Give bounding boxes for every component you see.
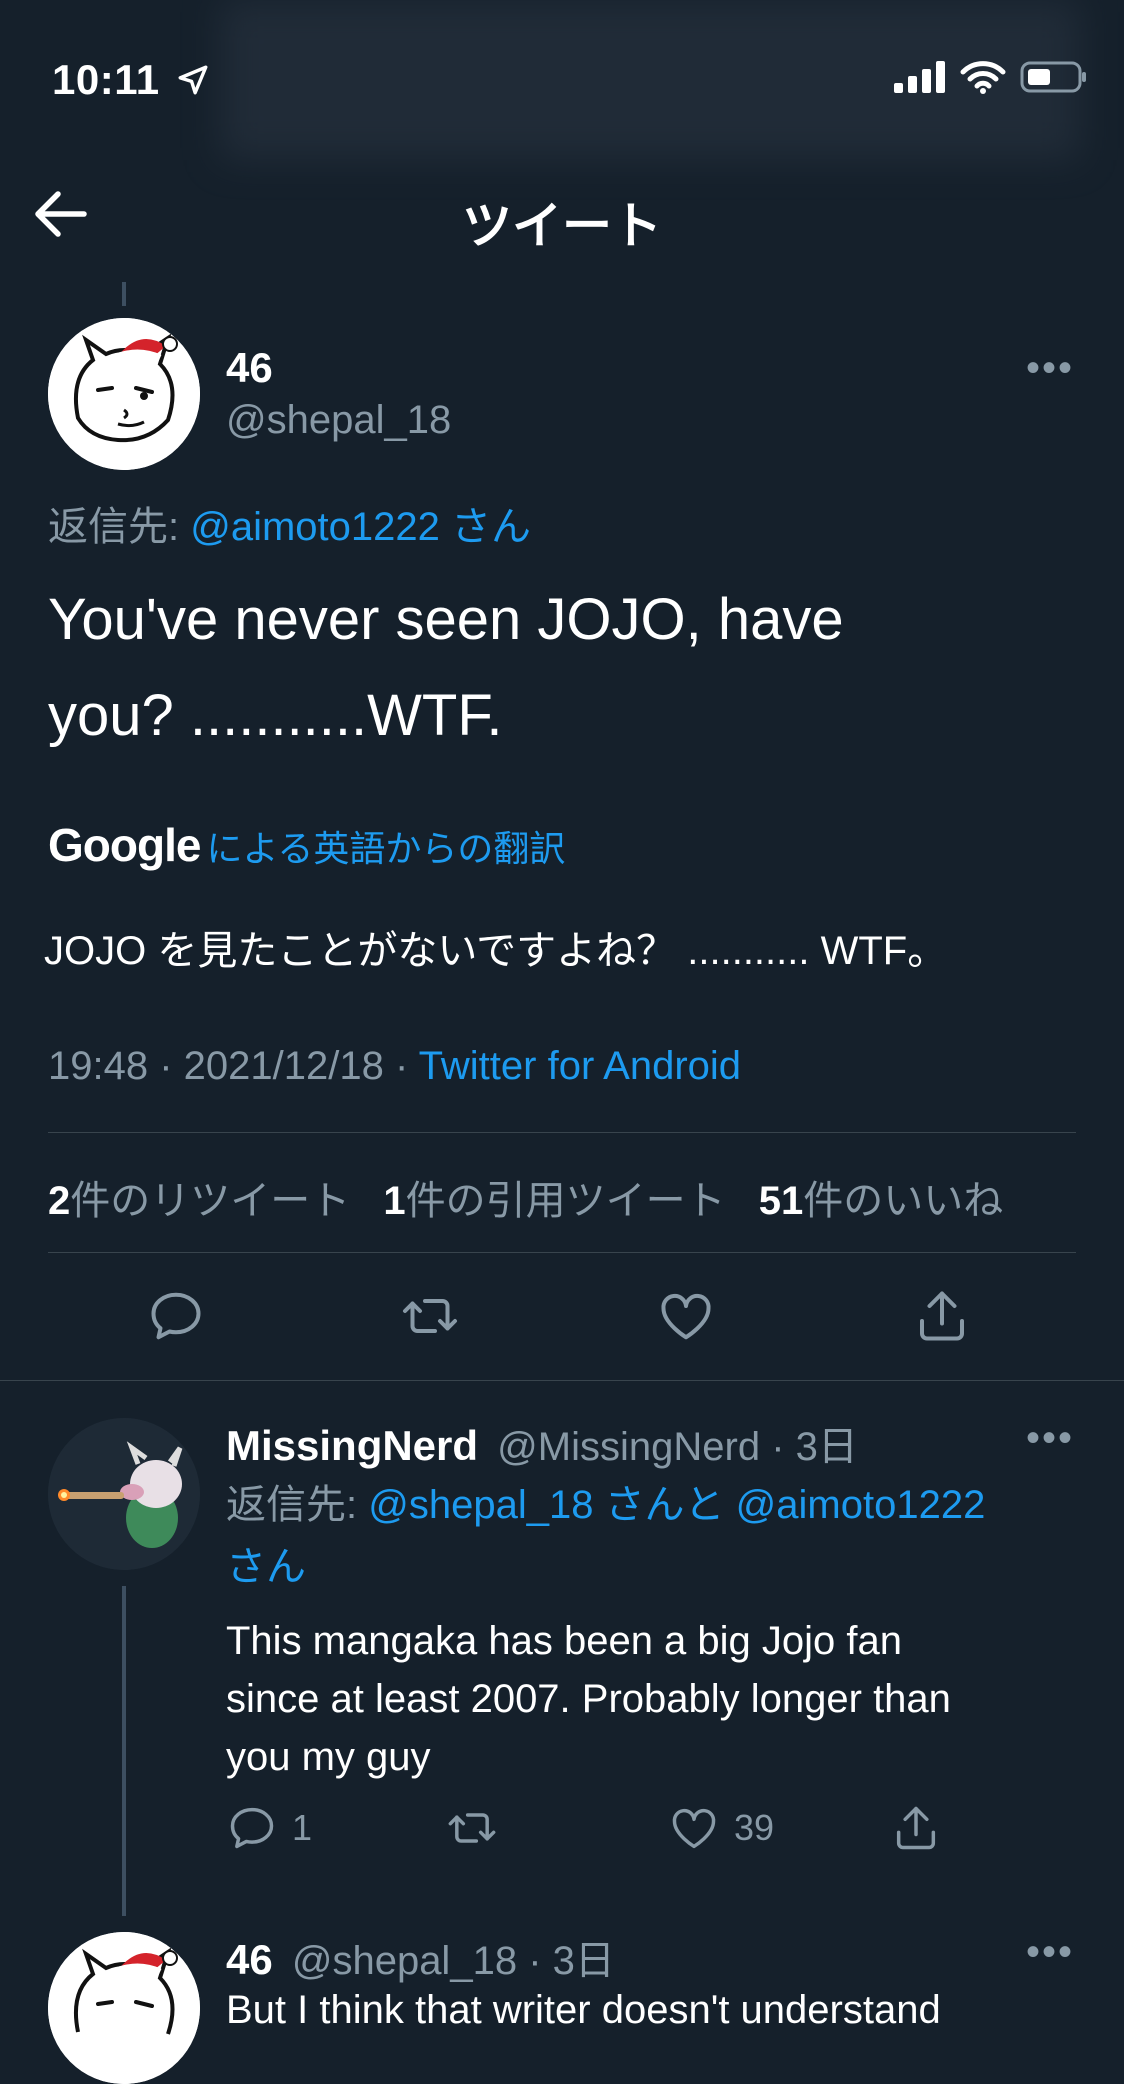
translation-header: Google による英語からの翻訳 [48, 818, 565, 872]
divider [48, 1252, 1076, 1253]
goat-character-avatar-icon [48, 1418, 200, 1570]
retweet-icon [448, 1813, 496, 1843]
reply-retweet-button[interactable] [446, 1802, 498, 1859]
quotes-stat[interactable]: 1件の引用ツイート [383, 1179, 725, 1223]
author-handle[interactable]: @shepal_18 [226, 398, 451, 443]
heart-icon [661, 1293, 711, 1340]
avatar[interactable] [48, 1932, 200, 2084]
signal-icon [894, 61, 945, 93]
tweet-stats: 2件のリツイート 1件の引用ツイート 51件のいいね [48, 1168, 1003, 1226]
like-count: 39 [734, 1807, 775, 1848]
cat-santa-avatar-icon [48, 1932, 200, 2084]
reply-context: 返信先: @aimoto1222 さん [48, 505, 531, 549]
thread-line-top [122, 282, 126, 306]
reply-like-button[interactable]: 39 [668, 1802, 774, 1854]
reply-to-link[interactable]: @aimoto1222 さん [190, 505, 531, 549]
page-title: ツイート [462, 198, 662, 254]
retweet-icon [403, 1299, 457, 1333]
status-icons [894, 60, 1088, 94]
reply-age: · 3日 [771, 1425, 858, 1469]
divider [48, 1132, 1076, 1133]
reply-text: This mangaka has been a big Jojo fan sin… [226, 1619, 951, 1779]
wifi-icon [960, 61, 1006, 94]
google-logo: Google [48, 819, 201, 871]
tweet-timestamp: 19:48 · 2021/12/18 · Twitter for Android [48, 1044, 742, 1088]
reply-author-name[interactable]: MissingNerd [226, 1422, 478, 1469]
reply-icon [230, 1807, 274, 1849]
reply-share-button[interactable] [890, 1802, 942, 1859]
share-icon [920, 1291, 964, 1341]
reply-author-handle[interactable]: @MissingNerd [497, 1425, 760, 1469]
reply-author-handle[interactable]: @shepal_18 [292, 1939, 517, 1983]
avatar[interactable] [48, 1418, 200, 1570]
reply-count: 1 [292, 1807, 313, 1848]
reply-context: 返信先: @shepal_18 さんと @aimoto1222 さん [226, 1474, 985, 1598]
reply-text: But I think that writer doesn't understa… [226, 1988, 941, 2032]
likes-stat[interactable]: 51件のいいね [759, 1179, 1004, 1223]
translation-label[interactable]: による英語からの翻訳 [206, 828, 565, 869]
like-button[interactable] [656, 1286, 716, 1351]
share-icon [896, 1806, 936, 1850]
reply-age: · 3日 [528, 1939, 615, 1983]
retweets-stat[interactable]: 2件のリツイート [48, 1179, 350, 1223]
more-options-icon[interactable]: ••• [1026, 1930, 1074, 1975]
more-options-icon[interactable]: ••• [1026, 346, 1074, 391]
source-link[interactable]: Twitter for Android [419, 1044, 741, 1088]
tweet-text: You've never seen JOJO, have you? ......… [48, 587, 844, 748]
reply-header: 46 @shepal_18 · 3日 [226, 1928, 615, 1986]
heart-icon [672, 1808, 716, 1849]
reply-button[interactable] [146, 1286, 206, 1351]
divider [0, 1380, 1124, 1381]
avatar[interactable] [48, 318, 200, 470]
reply-icon [151, 1292, 201, 1340]
share-button[interactable] [912, 1286, 972, 1351]
reply-header: MissingNerd @MissingNerd · 3日 [226, 1414, 858, 1472]
battery-icon [1020, 61, 1086, 93]
status-time: 10:11 [52, 56, 210, 104]
author-name[interactable]: 46 [226, 344, 273, 392]
more-options-icon[interactable]: ••• [1026, 1416, 1074, 1461]
reply-author-name[interactable]: 46 [226, 1936, 273, 1983]
reply-to-link[interactable]: @shepal_18 さんと @aimoto1222 [368, 1483, 985, 1527]
reply-reply-button[interactable]: 1 [226, 1802, 312, 1854]
reply-to-link-cont[interactable]: さん [226, 1536, 985, 1598]
location-arrow-icon [178, 65, 208, 95]
cat-santa-avatar-icon [48, 318, 200, 470]
retweet-button[interactable] [400, 1286, 460, 1351]
translated-text: JOJO を見たことがないですよね？ ........... WTF。 [44, 929, 948, 973]
thread-line [122, 1586, 126, 1916]
